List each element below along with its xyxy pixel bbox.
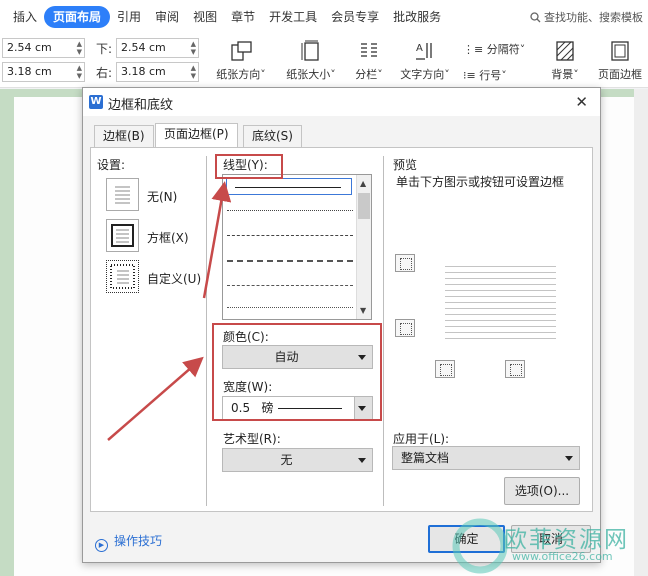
watermark-text: 欧菲资源网 [504, 527, 629, 553]
watermark-url: www.office26.com [512, 550, 613, 563]
annotation-arrows [107, 181, 232, 441]
watermark-logo-icon [452, 518, 508, 574]
site-watermark: 欧菲资源网 www.office26.com [450, 516, 648, 576]
